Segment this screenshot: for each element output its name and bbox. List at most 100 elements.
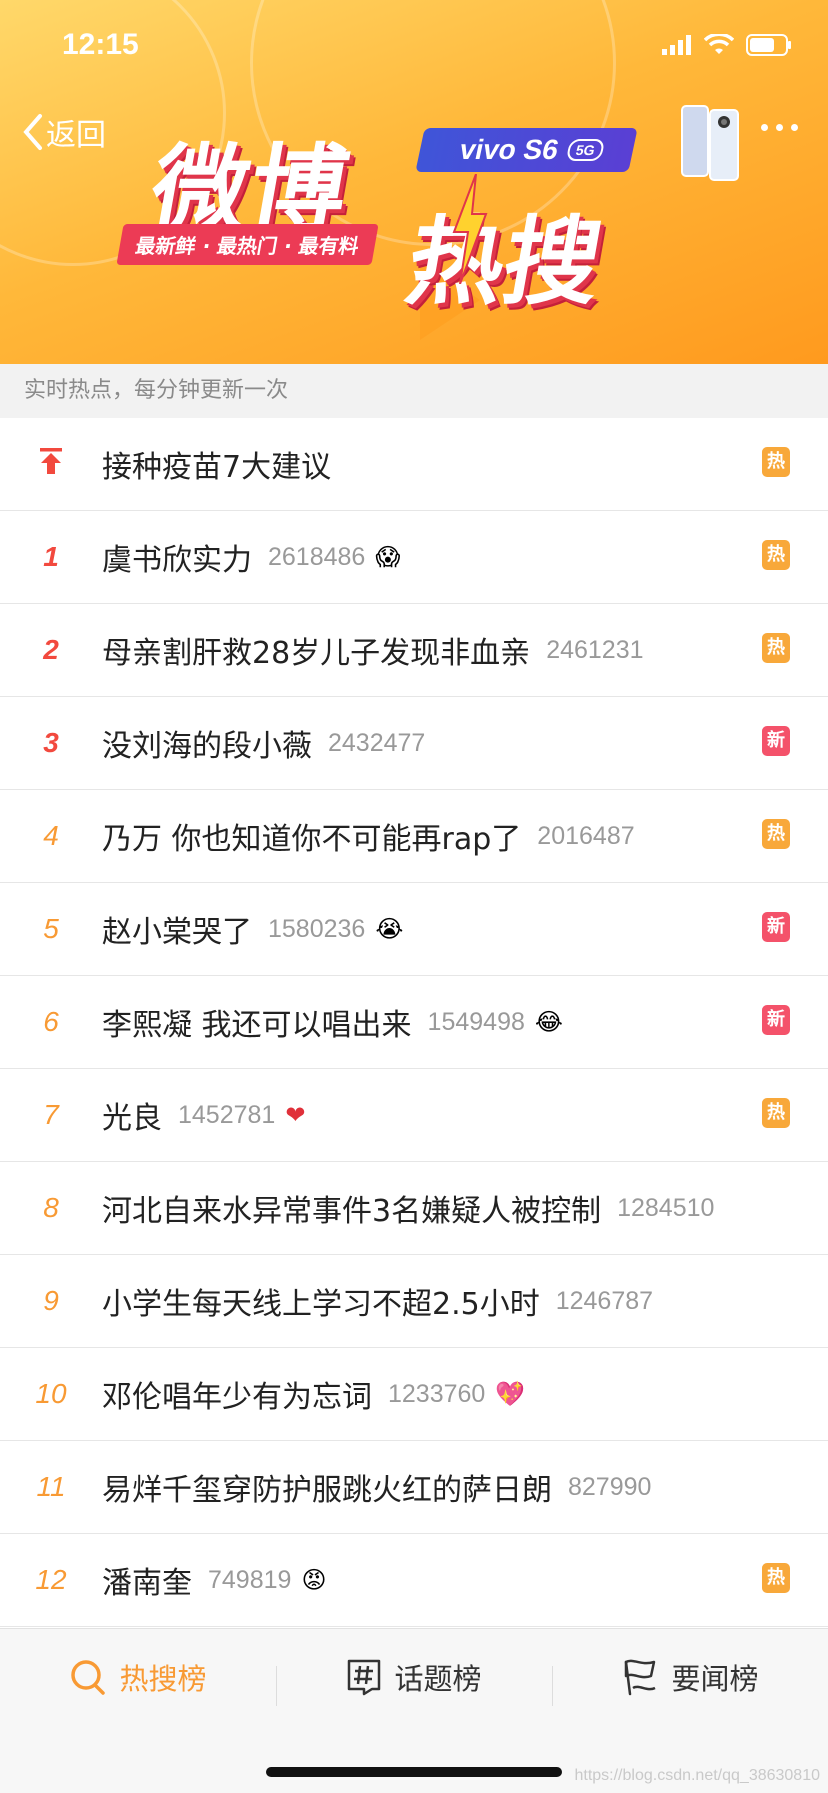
news-flag-icon <box>625 1659 657 1696</box>
search-count: 1549498 <box>427 1007 525 1036</box>
topic-title: 小学生每天线上学习不超2.5小时 <box>102 1287 540 1322</box>
ad-brand: vivo S6 <box>456 134 562 165</box>
status-time: 12:15 <box>62 28 139 61</box>
back-button[interactable]: 返回 <box>20 110 106 154</box>
emoji-icon: 😂 <box>534 1008 563 1036</box>
more-options-button[interactable] <box>761 124 798 131</box>
pinned-top-icon <box>0 447 102 482</box>
status-icons <box>662 34 792 56</box>
ad-tag: 5G <box>565 139 606 161</box>
chevron-left-icon <box>23 114 42 150</box>
battery-icon <box>746 34 791 56</box>
rank-number: 8 <box>43 1192 59 1223</box>
dot <box>791 124 798 131</box>
title-sub: 热搜 <box>398 205 611 318</box>
emoji-icon: 😱 <box>375 543 401 571</box>
dot <box>761 124 768 131</box>
rank-number: 5 <box>43 913 59 944</box>
list-item[interactable]: 接种疫苗7大建议 热 <box>0 418 828 511</box>
topic-title: 河北自来水异常事件3名嫌疑人被控制 <box>102 1194 602 1229</box>
banner-title: vivo S6 5G 微博 热搜 最新鲜 · 最热门 · 最有料 <box>116 112 680 318</box>
rank-number: 11 <box>36 1471 66 1502</box>
topic-title: 乃万 你也知道你不可能再rap了 <box>102 822 522 857</box>
ad-badge: vivo S6 5G <box>415 128 638 172</box>
search-count: 827990 <box>568 1472 652 1501</box>
rank-number: 4 <box>43 820 59 851</box>
topic-title: 李熙凝 我还可以唱出来 <box>102 1008 412 1043</box>
list-item[interactable]: 9 小学生每天线上学习不超2.5小时 1246787 <box>0 1255 828 1348</box>
list-item[interactable]: 3 没刘海的段小薇 2432477 新 <box>0 697 828 790</box>
update-notice: 实时热点，每分钟更新一次 <box>0 364 828 418</box>
topic-title: 虞书欣实力 <box>102 543 252 578</box>
new-badge: 新 <box>762 726 790 756</box>
hot-badge: 热 <box>762 633 790 663</box>
list-item[interactable]: 12 潘南奎 749819 😡 热 <box>0 1534 828 1627</box>
phone-product-image <box>681 105 739 181</box>
search-count: 2618486 <box>268 542 366 571</box>
search-count: 1452781 <box>178 1100 276 1129</box>
emoji-icon: 😡 <box>301 1566 327 1594</box>
search-count: 2016487 <box>537 821 635 850</box>
hot-badge: 热 <box>762 447 790 477</box>
banner-slogan: 最新鲜 · 最热门 · 最有料 <box>116 224 379 265</box>
list-item[interactable]: 8 河北自来水异常事件3名嫌疑人被控制 1284510 <box>0 1162 828 1255</box>
signal-icon <box>662 35 691 55</box>
hot-badge: 热 <box>762 819 790 849</box>
list-item[interactable]: 10 邓伦唱年少有为忘词 1233760 💖 <box>0 1348 828 1441</box>
hot-badge: 热 <box>762 1098 790 1128</box>
search-count: 1284510 <box>617 1193 715 1222</box>
topic-title: 赵小棠哭了 <box>102 915 252 950</box>
list-item[interactable]: 11 易烊千玺穿防护服跳火红的萨日朗 827990 <box>0 1441 828 1534</box>
rank-number: 9 <box>43 1285 59 1316</box>
topic-title: 光良 <box>102 1101 162 1136</box>
list-item[interactable]: 6 李熙凝 我还可以唱出来 1549498 😂 新 <box>0 976 828 1069</box>
hot-search-list: 接种疫苗7大建议热 1 虞书欣实力 2618486 😱 热 2 母亲割肝救28岁儿子发现非血亲… <box>0 418 828 1627</box>
hot-badge: 热 <box>762 1563 790 1593</box>
hot-badge: 热 <box>762 540 790 570</box>
topic-title: 母亲割肝救28岁儿子发现非血亲 <box>102 636 531 671</box>
rank-number: 2 <box>43 634 59 665</box>
search-count: 2432477 <box>328 728 426 757</box>
search-count: 2461231 <box>546 635 644 664</box>
topic-title: 邓伦唱年少有为忘词 <box>102 1380 372 1415</box>
search-count: 1233760 <box>388 1379 486 1408</box>
home-indicator[interactable] <box>266 1767 562 1777</box>
rank-number: 6 <box>43 1006 59 1037</box>
bottom-tab-bar: 热搜榜 话题榜 要闻榜 https://blog.csdn.net/qq_386… <box>0 1628 828 1793</box>
tab-label: 热搜榜 <box>119 1662 207 1696</box>
rank-number: 7 <box>43 1099 59 1130</box>
hashtag-icon <box>348 1659 381 1696</box>
list-item[interactable]: 4 乃万 你也知道你不可能再rap了 2016487 热 <box>0 790 828 883</box>
lightning-icon <box>452 174 488 284</box>
hot-search-banner: 12:15 返回 vivo S6 5G 微博 热搜 最新鲜 · 最热门 · 最有… <box>0 0 828 364</box>
new-badge: 新 <box>762 1005 790 1035</box>
wifi-icon <box>704 34 734 54</box>
search-count: 749819 <box>208 1565 292 1594</box>
tab-hot-search[interactable]: 热搜榜 <box>0 1656 276 1698</box>
topic-title: 没刘海的段小薇 <box>102 729 312 764</box>
back-label: 返回 <box>46 118 106 153</box>
list-item[interactable]: 2 母亲割肝救28岁儿子发现非血亲 2461231 热 <box>0 604 828 697</box>
rank-number: 1 <box>43 541 59 572</box>
topic-title: 易烊千玺穿防护服跳火红的萨日朗 <box>102 1473 552 1508</box>
topic-title: 潘南奎 <box>102 1566 192 1601</box>
tab-topics[interactable]: 话题榜 <box>276 1656 552 1706</box>
search-count: 1246787 <box>555 1286 654 1315</box>
tab-news[interactable]: 要闻榜 <box>552 1656 828 1706</box>
list-item[interactable]: 1 虞书欣实力 2618486 😱 热 <box>0 511 828 604</box>
watermark: https://blog.csdn.net/qq_38630810 <box>574 1767 820 1784</box>
search-rank-icon <box>71 1660 106 1695</box>
search-count: 1580236 <box>268 914 366 943</box>
tab-label: 要闻榜 <box>671 1662 759 1696</box>
emoji-icon: 😭 <box>375 915 404 943</box>
tab-label: 话题榜 <box>394 1662 482 1696</box>
rank-number: 10 <box>35 1378 67 1409</box>
list-item[interactable]: 5 赵小棠哭了 1580236 😭 新 <box>0 883 828 976</box>
emoji-icon: ❤ <box>285 1101 306 1129</box>
emoji-icon: 💖 <box>495 1380 526 1408</box>
list-item[interactable]: 7 光良 1452781 ❤ 热 <box>0 1069 828 1162</box>
rank-number: 12 <box>35 1564 67 1595</box>
rank-number: 3 <box>43 727 59 758</box>
topic-title: 接种疫苗7大建议 <box>102 450 332 485</box>
dot <box>776 124 783 131</box>
